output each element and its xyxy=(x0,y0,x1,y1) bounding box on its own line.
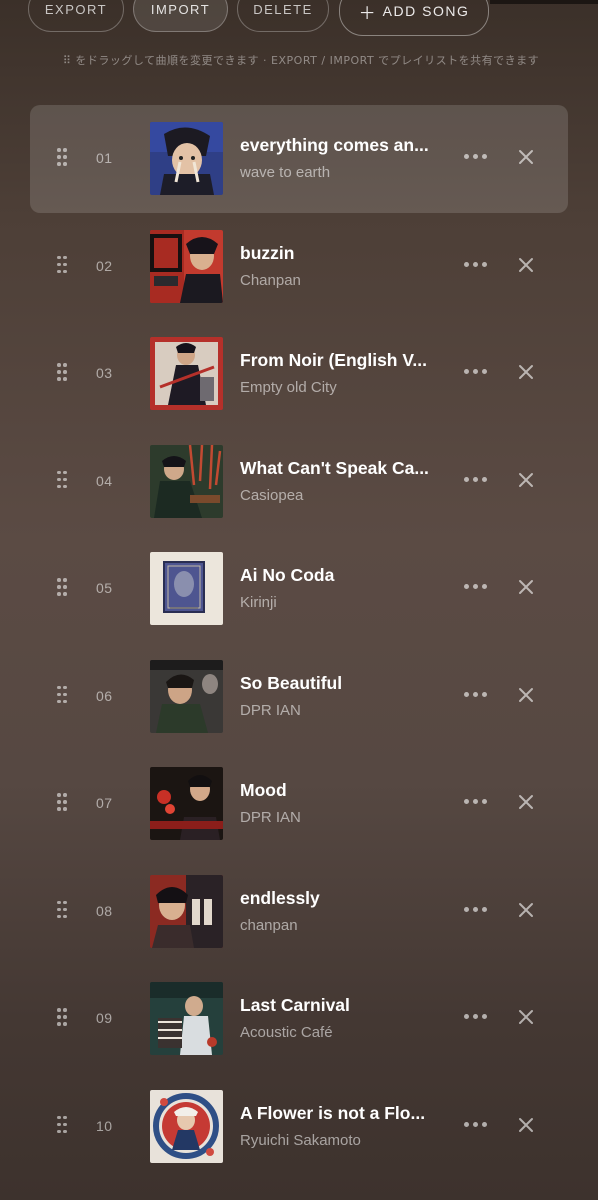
import-button[interactable]: IMPORT xyxy=(133,0,228,32)
delete-label: DELETE xyxy=(253,1,313,17)
drag-handle-icon[interactable] xyxy=(57,1115,67,1134)
track-number: 03 xyxy=(96,365,113,381)
song-artist: DPR IAN xyxy=(240,809,301,826)
track-number: 01 xyxy=(96,150,113,166)
reorder-hint-text: ⠿ をドラッグして曲順を変更できます · EXPORT / IMPORT でプレ… xyxy=(62,54,540,67)
more-options-icon[interactable] xyxy=(464,472,490,488)
close-icon[interactable] xyxy=(517,578,535,596)
drag-handle-icon[interactable] xyxy=(57,900,67,919)
track-number: 08 xyxy=(96,902,113,919)
song-title: endlessly xyxy=(240,887,320,908)
more-options-icon[interactable] xyxy=(464,257,490,273)
close-icon[interactable] xyxy=(517,363,535,381)
close-icon[interactable] xyxy=(517,471,535,489)
playlist-row[interactable]: 01 everything comes an... wave to earth xyxy=(30,105,568,213)
drag-handle-icon[interactable] xyxy=(57,793,67,811)
song-artist: chanpan xyxy=(240,916,298,934)
song-artist: DPR IAN xyxy=(240,701,301,719)
more-options-icon[interactable] xyxy=(464,579,490,595)
playlist-row[interactable]: 02 buzzin Chanpan xyxy=(30,213,568,321)
album-art xyxy=(150,552,223,625)
song-artist: Chanpan xyxy=(240,271,301,289)
playlist-row[interactable]: 04 What Can't Speak Ca... Casiopea xyxy=(30,428,568,536)
more-options-icon[interactable] xyxy=(464,902,490,918)
track-number: 04 xyxy=(96,472,113,489)
album-art xyxy=(150,229,223,303)
album-art xyxy=(150,874,223,948)
song-title: From Noir (English V... xyxy=(240,350,428,370)
song-artist: Ryuichi Sakamoto xyxy=(240,1131,361,1149)
track-number: 06 xyxy=(96,687,113,704)
album-art xyxy=(150,122,223,195)
playlist-row[interactable]: 08 endlessly chanpan xyxy=(30,858,568,966)
song-title: What Can't Speak Ca... xyxy=(240,457,429,478)
playlist-row[interactable]: 06 So Beautiful DPR IAN xyxy=(30,643,568,751)
track-number: 07 xyxy=(96,795,113,811)
album-art xyxy=(150,659,223,733)
export-button[interactable]: EXPORT xyxy=(28,0,124,32)
track-number: 09 xyxy=(96,1010,113,1026)
drag-handle-icon[interactable] xyxy=(57,685,67,704)
plus-icon: ＋ xyxy=(358,3,376,23)
song-artist: Kirinji xyxy=(240,594,277,611)
track-number: 10 xyxy=(96,1117,113,1134)
album-art xyxy=(150,444,223,518)
more-options-icon[interactable] xyxy=(464,794,490,810)
drag-handle-icon[interactable] xyxy=(57,578,67,596)
song-title: Mood xyxy=(240,780,287,800)
drag-handle-icon[interactable] xyxy=(57,363,67,381)
drag-handle-icon[interactable] xyxy=(57,148,67,166)
close-icon[interactable] xyxy=(517,1116,535,1134)
close-icon[interactable] xyxy=(517,256,535,274)
drag-handle-icon[interactable] xyxy=(57,470,67,489)
playlist-list: 01 everything comes an... wave to earth … xyxy=(30,105,568,1180)
song-title: Last Carnival xyxy=(240,995,350,1015)
more-options-icon[interactable] xyxy=(464,1009,490,1025)
drag-handle-icon[interactable] xyxy=(57,1008,67,1026)
export-label: EXPORT xyxy=(44,1,108,17)
delete-button[interactable]: DELETE xyxy=(237,0,329,32)
close-icon[interactable] xyxy=(517,1008,535,1026)
more-options-icon[interactable] xyxy=(464,687,490,703)
add-song-label: ADD SONG xyxy=(382,3,470,19)
playlist-row[interactable]: 10 A Flower is not a Flo... Ryuichi Saka… xyxy=(30,1073,568,1181)
song-title: A Flower is not a Flo... xyxy=(240,1102,426,1123)
song-artist: Casiopea xyxy=(240,486,304,504)
song-artist: wave to earth xyxy=(240,164,331,181)
song-title: buzzin xyxy=(240,242,295,263)
close-icon[interactable] xyxy=(517,686,535,704)
close-icon[interactable] xyxy=(517,793,535,811)
close-icon[interactable] xyxy=(517,901,535,919)
playlist-row[interactable]: 07 Mood DPR IAN xyxy=(30,750,568,858)
song-title: Ai No Coda xyxy=(240,565,335,585)
song-title: So Beautiful xyxy=(240,672,343,693)
playlist-row[interactable]: 05 Ai No Coda Kirinji xyxy=(30,535,568,643)
track-number: 05 xyxy=(96,580,113,596)
album-art xyxy=(150,767,223,840)
add-song-button[interactable]: ＋ ADD SONG xyxy=(339,0,489,36)
song-artist: Acoustic Café xyxy=(240,1024,333,1041)
import-label: IMPORT xyxy=(150,1,211,17)
song-artist: Empty old City xyxy=(240,379,337,396)
album-art xyxy=(150,337,223,410)
more-options-icon[interactable] xyxy=(464,364,490,380)
playlist-row[interactable]: 03 From Noir (English V... Empty old Cit… xyxy=(30,320,568,428)
track-number: 02 xyxy=(96,257,113,274)
album-art xyxy=(150,982,223,1055)
more-options-icon[interactable] xyxy=(464,1117,490,1133)
more-options-icon[interactable] xyxy=(464,149,490,165)
song-title: everything comes an... xyxy=(240,135,429,155)
close-icon[interactable] xyxy=(517,148,535,166)
drag-handle-icon[interactable] xyxy=(57,255,67,274)
album-art xyxy=(150,1089,223,1163)
playlist-row[interactable]: 09 Last Carnival Acoustic Café xyxy=(30,965,568,1073)
playlist-toolbar: EXPORT IMPORT DELETE ＋ ADD SONG xyxy=(0,0,598,40)
